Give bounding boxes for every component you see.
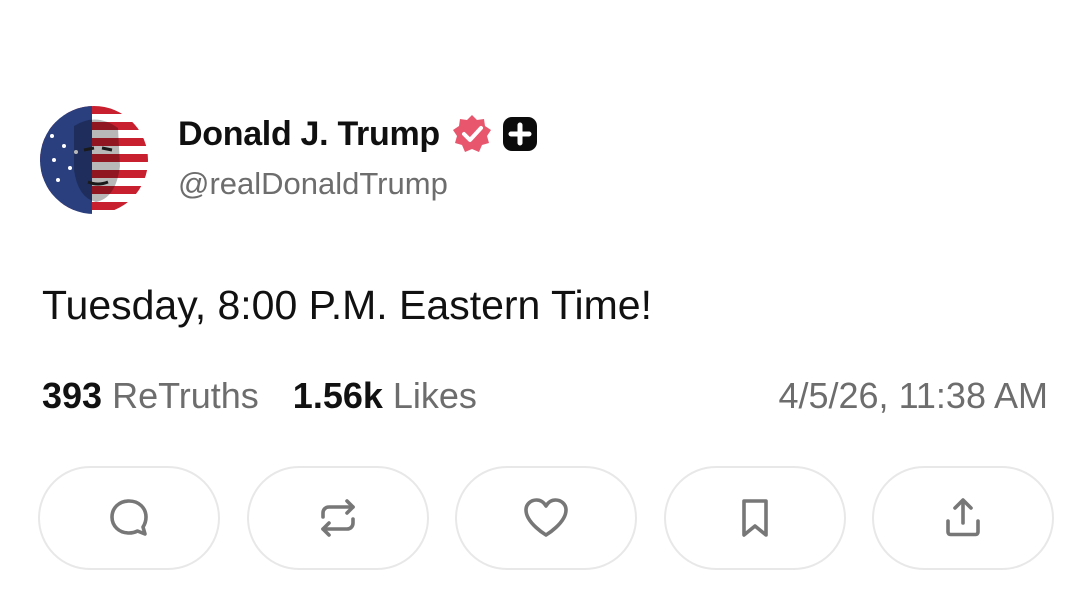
- action-bar: [38, 466, 1054, 570]
- bookmark-icon: [735, 495, 775, 541]
- author-handle[interactable]: @realDonaldTrump: [178, 166, 448, 202]
- retruths-stat[interactable]: 393 ReTruths: [42, 375, 259, 417]
- like-button[interactable]: [455, 466, 637, 570]
- retruth-icon: [315, 495, 361, 541]
- share-button[interactable]: [872, 466, 1054, 570]
- retruths-label: ReTruths: [112, 375, 259, 416]
- heart-icon: [521, 495, 571, 541]
- post-text: Tuesday, 8:00 P.M. Eastern Time!: [42, 282, 652, 328]
- verified-badge-icon: [440, 114, 492, 154]
- plus-badge-icon: [492, 116, 538, 152]
- likes-count: 1.56k: [292, 375, 383, 416]
- reply-button[interactable]: [38, 466, 220, 570]
- post-timestamp: 4/5/26, 11:38 AM: [778, 375, 1048, 416]
- retruths-count: 393: [42, 375, 103, 416]
- post-stats: 393 ReTruths 1.56k Likes: [42, 375, 511, 417]
- author-display-name[interactable]: Donald J. Trump: [178, 115, 440, 154]
- comment-icon: [106, 495, 152, 541]
- share-icon: [940, 495, 986, 541]
- avatar[interactable]: [40, 106, 148, 214]
- likes-stat[interactable]: 1.56k Likes: [293, 375, 477, 417]
- author-row: Donald J. Trump: [178, 112, 538, 156]
- bookmark-button[interactable]: [663, 466, 846, 570]
- retruth-button[interactable]: [246, 466, 429, 570]
- likes-label: Likes: [392, 375, 477, 416]
